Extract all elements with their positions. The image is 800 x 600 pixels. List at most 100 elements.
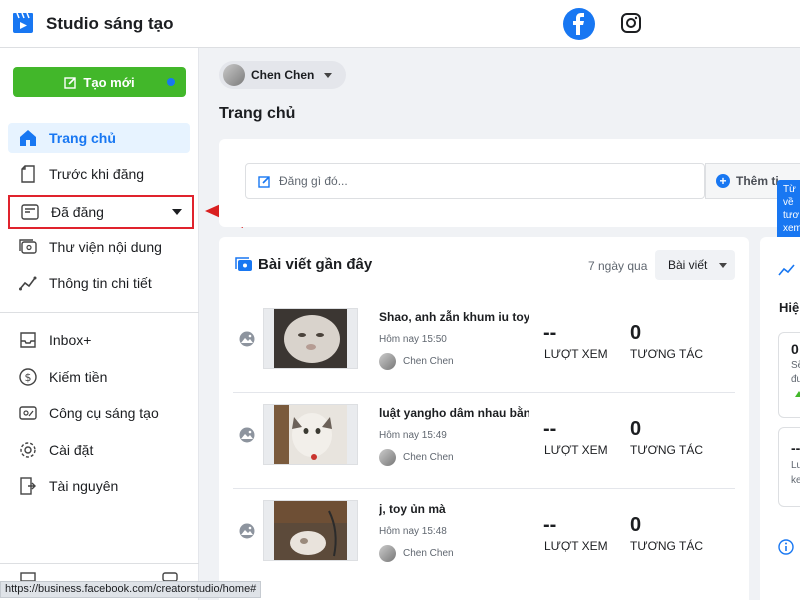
views-label: LƯỢT XEM bbox=[544, 539, 608, 553]
sidebar: Tạo mới Trang chủ Trước khi đăng Đã đăng… bbox=[0, 48, 199, 600]
post-time: Hôm nay 15:49 bbox=[379, 430, 447, 441]
views-label: LƯỢT XEM bbox=[544, 347, 608, 361]
post-row[interactable]: luật yangho dâm nhau bằn... Hôm nay 15:4… bbox=[233, 393, 735, 489]
engagement-value: 0 bbox=[630, 514, 642, 536]
compose-input[interactable]: Đăng gì đó... bbox=[245, 163, 705, 199]
sidebar-item-label: Trang chủ bbox=[49, 130, 116, 146]
sidebar-divider bbox=[0, 312, 199, 313]
creative-tools-icon bbox=[18, 403, 38, 423]
page-switcher-label: Chen Chen bbox=[251, 68, 315, 82]
photo-icon bbox=[239, 427, 255, 443]
sidebar-item-label: Đã đăng bbox=[51, 204, 104, 220]
avatar bbox=[379, 545, 396, 562]
post-type-label: Bài viết bbox=[668, 258, 708, 272]
post-author: Chen Chen bbox=[379, 545, 454, 562]
avatar bbox=[379, 449, 396, 466]
chevron-down-icon bbox=[719, 262, 728, 268]
tooltip-line: về bbox=[783, 197, 794, 208]
post-time: Hôm nay 15:50 bbox=[379, 334, 447, 345]
views-value: -- bbox=[543, 418, 557, 440]
sidebar-item-settings[interactable]: Cài đặt bbox=[8, 435, 190, 465]
dollar-icon: $ bbox=[18, 367, 38, 387]
create-new-button[interactable]: Tạo mới bbox=[13, 67, 186, 97]
sidebar-item-label: Thư viện nội dung bbox=[49, 239, 162, 255]
instagram-icon[interactable] bbox=[620, 12, 642, 34]
chevron-down-icon bbox=[172, 209, 182, 215]
metric-card[interactable]: 0 Sẽ đư bbox=[778, 332, 800, 418]
posts-icon bbox=[235, 257, 252, 271]
facebook-icon[interactable] bbox=[563, 8, 595, 40]
metric-subtext: đư bbox=[791, 374, 800, 385]
compose-placeholder: Đăng gì đó... bbox=[279, 174, 348, 188]
cat-image bbox=[274, 309, 347, 368]
metric-card[interactable]: -- Lư ke bbox=[778, 427, 800, 507]
sidebar-item-label: Công cụ sáng tạo bbox=[49, 405, 159, 421]
top-bar: Studio sáng tạo bbox=[0, 0, 800, 48]
notification-dot bbox=[167, 78, 175, 86]
insights-panel: Hiệ 0 Sẽ đư -- Lư ke bbox=[760, 237, 800, 600]
tooltip-line: xem bbox=[783, 223, 800, 234]
recent-posts-card: Bài viết gần đây 7 ngày qua Bài viết Sha… bbox=[219, 237, 749, 600]
photo-icon bbox=[239, 523, 255, 539]
page-switcher[interactable]: Chen Chen bbox=[219, 61, 347, 89]
resources-icon bbox=[18, 476, 38, 496]
metric-value: 0 bbox=[791, 341, 799, 357]
gear-icon bbox=[18, 440, 38, 460]
trend-up-icon bbox=[795, 391, 800, 397]
sidebar-item-before-publish[interactable]: Trước khi đăng bbox=[8, 159, 190, 189]
sidebar-item-content-library[interactable]: Thư viện nội dung bbox=[8, 232, 190, 262]
photo-icon bbox=[239, 331, 255, 347]
sidebar-item-published[interactable]: Đã đăng bbox=[8, 195, 194, 229]
app-title: Studio sáng tạo bbox=[46, 14, 174, 33]
sidebar-item-label: Thông tin chi tiết bbox=[49, 275, 152, 291]
author-name: Chen Chen bbox=[403, 452, 454, 463]
avatar bbox=[223, 64, 245, 86]
author-name: Chen Chen bbox=[403, 548, 454, 559]
tooltip: Từ về tươ xem bbox=[777, 180, 800, 243]
post-title[interactable]: j, toy ủn mà bbox=[379, 502, 529, 516]
compose-card: Đăng gì đó... + Thêm ti bbox=[219, 139, 800, 227]
post-author: Chen Chen bbox=[379, 353, 454, 370]
sidebar-item-monetization[interactable]: $ Kiếm tiền bbox=[8, 362, 190, 392]
plus-icon: + bbox=[716, 174, 730, 188]
metric-subtext: Sẽ bbox=[791, 360, 800, 371]
post-thumbnail[interactable] bbox=[263, 308, 358, 369]
edit-icon bbox=[64, 76, 77, 89]
post-thumbnail[interactable] bbox=[263, 500, 358, 561]
home-icon bbox=[18, 128, 38, 148]
edit-icon bbox=[258, 175, 270, 188]
sidebar-item-resources[interactable]: Tài nguyên bbox=[8, 471, 190, 501]
sidebar-item-inbox[interactable]: Inbox+ bbox=[8, 325, 190, 355]
post-type-dropdown[interactable]: Bài viết bbox=[655, 250, 735, 280]
sidebar-item-label: Kiếm tiền bbox=[49, 369, 108, 385]
post-row[interactable]: Shao, anh zẫn khum iu toy ... Hôm nay 15… bbox=[233, 297, 735, 393]
post-time: Hôm nay 15:48 bbox=[379, 526, 447, 537]
engagement-label: TƯƠNG TÁC bbox=[630, 539, 703, 553]
post-title[interactable]: luật yangho dâm nhau bằn... bbox=[379, 406, 529, 420]
sidebar-item-creative-tools[interactable]: Công cụ sáng tạo bbox=[8, 398, 190, 428]
engagement-value: 0 bbox=[630, 322, 642, 344]
tooltip-line: tươ bbox=[783, 210, 800, 221]
sidebar-divider bbox=[0, 563, 199, 564]
sidebar-item-label: Tài nguyên bbox=[49, 478, 119, 494]
post-row[interactable]: j, toy ủn mà Hôm nay 15:48 Chen Chen -- … bbox=[233, 489, 735, 585]
engagement-value: 0 bbox=[630, 418, 642, 440]
post-title[interactable]: Shao, anh zẫn khum iu toy ... bbox=[379, 310, 529, 324]
recent-posts-title: Bài viết gần đây bbox=[258, 256, 373, 273]
views-value: -- bbox=[543, 514, 557, 536]
inbox-icon bbox=[18, 330, 38, 350]
info-icon[interactable] bbox=[778, 539, 794, 555]
sidebar-item-home[interactable]: Trang chủ bbox=[8, 123, 190, 153]
sidebar-item-insights[interactable]: Thông tin chi tiết bbox=[8, 268, 190, 298]
add-button-label: Thêm ti bbox=[736, 174, 779, 188]
insights-chart-icon bbox=[778, 264, 795, 276]
chevron-down-icon bbox=[324, 72, 333, 78]
page-title: Trang chủ bbox=[219, 105, 296, 122]
post-thumbnail[interactable] bbox=[263, 404, 358, 465]
sidebar-item-label: Inbox+ bbox=[49, 332, 92, 348]
views-value: -- bbox=[543, 322, 557, 344]
content-library-icon bbox=[18, 237, 38, 257]
svg-text:$: $ bbox=[25, 371, 32, 384]
engagement-label: TƯƠNG TÁC bbox=[630, 347, 703, 361]
browser-status-bar: https://business.facebook.com/creatorstu… bbox=[0, 581, 262, 598]
